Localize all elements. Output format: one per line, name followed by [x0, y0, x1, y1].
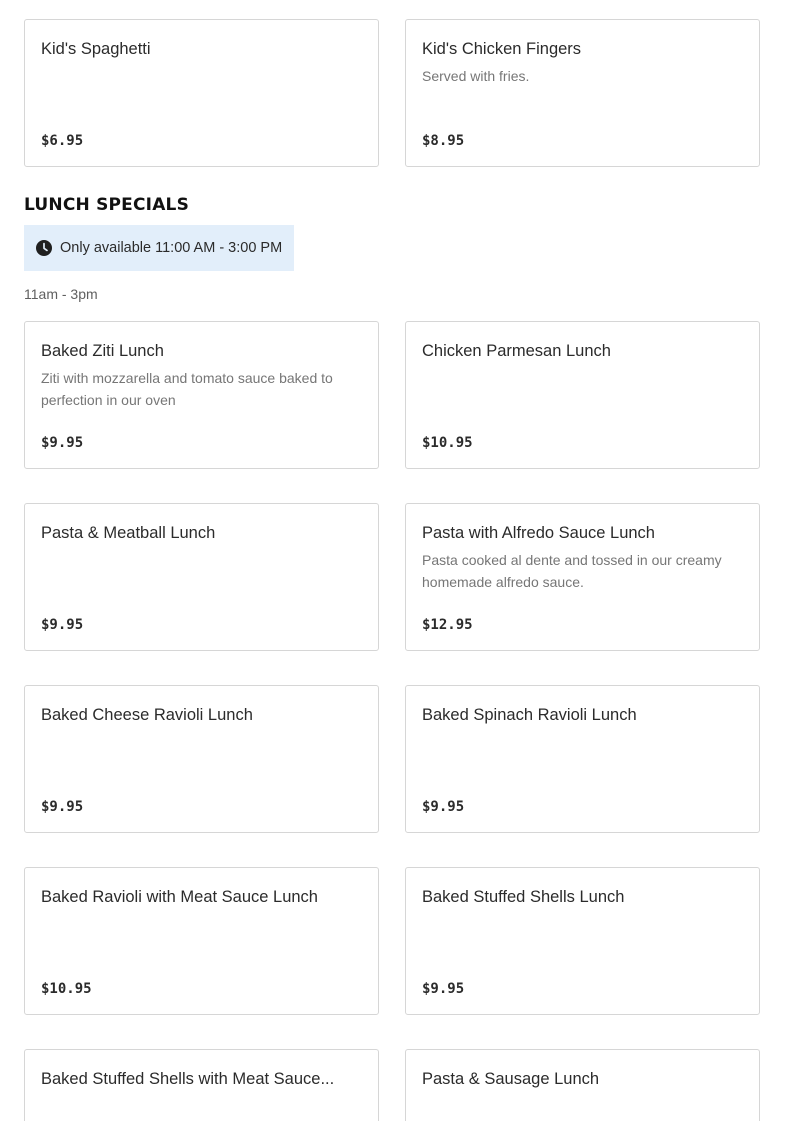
menu-item-name: Kid's Spaghetti: [41, 40, 151, 58]
availability-text: Only available 11:00 AM - 3:00 PM: [60, 240, 283, 256]
menu-item-description: Pasta cooked al dente and tossed in our …: [422, 552, 722, 590]
menu-item-card[interactable]: Baked Stuffed Shells Lunch $9.95: [405, 867, 760, 1015]
menu-item-price: $9.95: [41, 435, 84, 451]
menu-item-card[interactable]: Baked Ziti Lunch Ziti with mozzarella an…: [24, 321, 379, 469]
menu-item-card[interactable]: Pasta & Meatball Lunch $9.95: [24, 503, 379, 651]
menu-item-card[interactable]: Pasta & Sausage Lunch: [405, 1049, 760, 1121]
menu-item-card[interactable]: Chicken Parmesan Lunch $10.95: [405, 321, 760, 469]
menu-item-name: Baked Ravioli with Meat Sauce Lunch: [41, 888, 318, 906]
menu-item-price: $10.95: [41, 981, 92, 997]
menu-item-price: $10.95: [422, 435, 473, 451]
menu-item-price: $9.95: [422, 981, 465, 997]
menu-item-name: Baked Stuffed Shells Lunch: [422, 888, 625, 906]
menu-item-name: Kid's Chicken Fingers: [422, 40, 582, 58]
menu-item-description: Ziti with mozzarella and tomato sauce ba…: [41, 370, 333, 408]
menu-item-price: $12.95: [422, 617, 473, 633]
section-title: LUNCH SPECIALS: [24, 195, 190, 215]
menu-item-price: $8.95: [422, 133, 465, 149]
menu-item-description: Served with fries.: [422, 68, 530, 84]
menu-item-name: Pasta & Sausage Lunch: [422, 1070, 600, 1088]
menu-item-name: Pasta & Meatball Lunch: [41, 524, 216, 542]
availability-banner: Only available 11:00 AM - 3:00 PM: [24, 225, 294, 271]
menu-item-price: $9.95: [41, 617, 84, 633]
menu-item-card[interactable]: Baked Cheese Ravioli Lunch $9.95: [24, 685, 379, 833]
menu-item-price: $9.95: [422, 799, 465, 815]
menu-item-name: Baked Spinach Ravioli Lunch: [422, 706, 637, 724]
clock-icon: [36, 240, 52, 256]
menu-item-name: Baked Ziti Lunch: [41, 342, 164, 360]
menu-item-card[interactable]: Kid's Chicken Fingers Served with fries.…: [405, 19, 760, 167]
menu-item-name: Baked Cheese Ravioli Lunch: [41, 706, 253, 724]
section-hours: 11am - 3pm: [24, 286, 98, 302]
menu-item-card[interactable]: Baked Stuffed Shells with Meat Sauce...: [24, 1049, 379, 1121]
menu-item-card[interactable]: Kid's Spaghetti $6.95: [24, 19, 379, 167]
menu-item-card[interactable]: Baked Spinach Ravioli Lunch $9.95: [405, 685, 760, 833]
menu-item-card[interactable]: Baked Ravioli with Meat Sauce Lunch $10.…: [24, 867, 379, 1015]
menu-item-card[interactable]: Pasta with Alfredo Sauce Lunch Pasta coo…: [405, 503, 760, 651]
menu-item-name: Baked Stuffed Shells with Meat Sauce...: [41, 1070, 335, 1088]
menu-item-name: Chicken Parmesan Lunch: [422, 342, 611, 360]
menu-item-price: $6.95: [41, 133, 84, 149]
menu-item-price: $9.95: [41, 799, 84, 815]
menu-item-name: Pasta with Alfredo Sauce Lunch: [422, 524, 655, 542]
